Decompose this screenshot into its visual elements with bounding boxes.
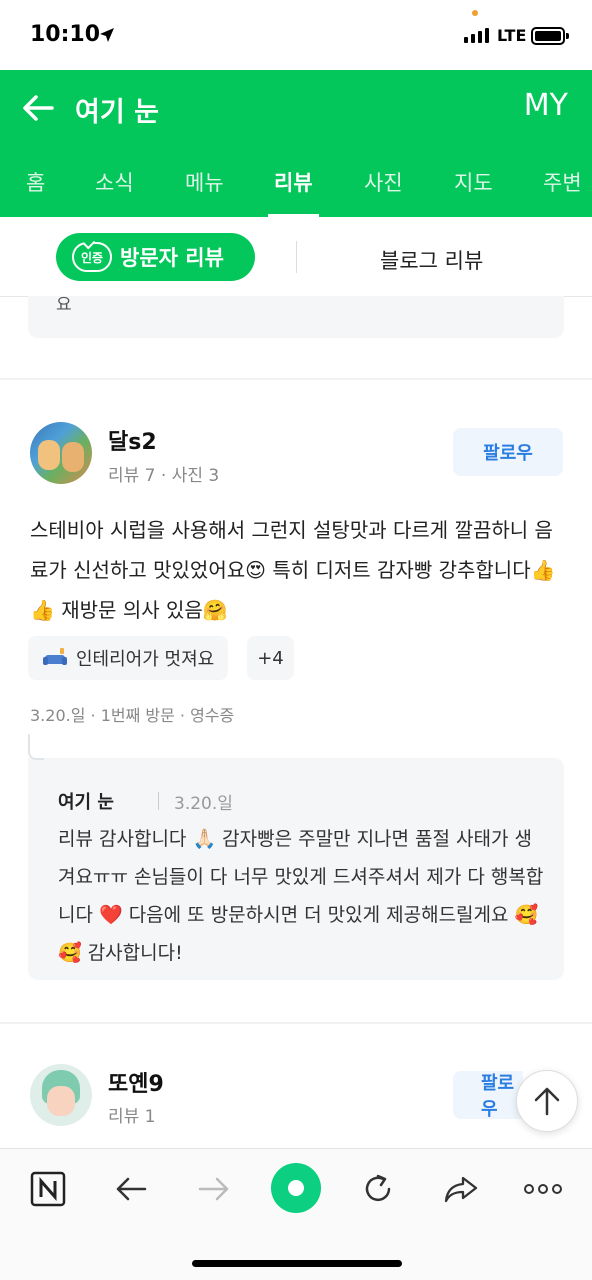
signal-icon — [464, 28, 489, 43]
recording-dot — [472, 10, 478, 16]
arrow-left-icon — [116, 1177, 147, 1201]
previous-card-text: 요 — [56, 295, 72, 315]
page-title: 여기 눈 — [75, 97, 159, 128]
blog-review-button[interactable]: 블로그 리뷰 — [380, 245, 483, 275]
green-dot-icon — [288, 1180, 304, 1196]
scroll-to-top-button[interactable] — [516, 1070, 578, 1132]
reviewer-stats: 리뷰 1 — [108, 1107, 156, 1127]
review-tag-label: 인테리어가 멋져요 — [76, 649, 215, 670]
more-tags-button[interactable]: +4 — [247, 636, 294, 680]
more-button[interactable] — [523, 1169, 563, 1209]
back-arrow-icon[interactable] — [20, 90, 56, 126]
browser-forward-button[interactable] — [194, 1169, 234, 1209]
reply-text: 리뷰 감사합니다 🙏🏻 감자빵은 주말만 지나면 품절 사태가 생겨요ㅠㅠ 손님… — [58, 828, 544, 964]
share-button[interactable] — [441, 1169, 481, 1209]
follow-button[interactable]: 팔로우 — [453, 1071, 523, 1120]
tab-map[interactable]: 지도 — [454, 167, 493, 197]
tab-reviews[interactable]: 리뷰 — [268, 167, 319, 217]
arrow-right-icon — [198, 1177, 229, 1201]
tab-photos[interactable]: 사진 — [364, 167, 403, 197]
reply-divider — [158, 792, 159, 810]
sofa-icon — [43, 648, 67, 665]
naver-n-icon — [30, 1171, 66, 1207]
reviewer-name[interactable]: 또옌9 — [108, 1066, 164, 1098]
browser-back-button[interactable] — [111, 1169, 151, 1209]
app-header: 여기 눈 MY — [0, 70, 592, 145]
status-bar: 10:10 LTE — [0, 0, 592, 70]
divider — [0, 1022, 592, 1024]
arrow-up-icon — [534, 1087, 560, 1116]
previous-reply-card: 요 — [28, 295, 564, 338]
network-label: LTE — [497, 26, 527, 45]
visit-info: 3.20.일 · 1번째 방문 · 영수증 — [30, 706, 235, 725]
tab-nearby[interactable]: 주변 — [543, 167, 582, 197]
avatar[interactable] — [30, 422, 92, 484]
segment-divider — [296, 241, 297, 273]
verified-badge-icon: 인증 — [72, 242, 112, 272]
visitor-review-button[interactable]: 인증 방문자 리뷰 — [56, 233, 255, 281]
location-arrow-icon — [100, 28, 114, 42]
reply-date: 3.20.일 — [174, 794, 233, 814]
owner-reply: 여기 눈 3.20.일 리뷰 감사합니다 🙏🏻 감자빵은 주말만 지나면 품절 … — [28, 734, 564, 980]
naver-home-button[interactable] — [28, 1169, 68, 1209]
refresh-button[interactable] — [358, 1169, 398, 1209]
review-tag[interactable]: 인테리어가 멋져요 — [28, 636, 229, 680]
more-dots-icon — [524, 1184, 562, 1194]
green-dot-button[interactable] — [271, 1163, 321, 1213]
review-type-selector: 인증 방문자 리뷰 블로그 리뷰 — [0, 217, 592, 297]
reviewer-name[interactable]: 달s2 — [108, 424, 157, 456]
visitor-review-label: 방문자 리뷰 — [120, 246, 224, 270]
follow-button[interactable]: 팔로우 — [453, 428, 563, 476]
review-text[interactable]: 스테비아 시럽을 사용해서 그런지 설탕맛과 다르게 깔끔하니 음료가 신선하고… — [30, 510, 560, 630]
reviewer-stats: 리뷰 7 · 사진 3 — [108, 466, 220, 486]
battery-icon — [531, 27, 569, 45]
home-indicator — [192, 1260, 402, 1267]
share-icon — [444, 1176, 478, 1203]
avatar[interactable] — [30, 1064, 92, 1126]
status-time: 10:10 — [30, 22, 101, 47]
reply-author: 여기 눈 — [58, 792, 114, 813]
divider — [0, 378, 592, 380]
tab-home[interactable]: 홈 — [26, 167, 45, 197]
refresh-icon — [365, 1174, 391, 1202]
my-button[interactable]: MY — [524, 88, 568, 123]
tab-bar: 홈 소식 메뉴 리뷰 사진 지도 주변 — [0, 145, 592, 217]
tab-news[interactable]: 소식 — [95, 167, 134, 197]
tab-menu[interactable]: 메뉴 — [185, 167, 224, 197]
